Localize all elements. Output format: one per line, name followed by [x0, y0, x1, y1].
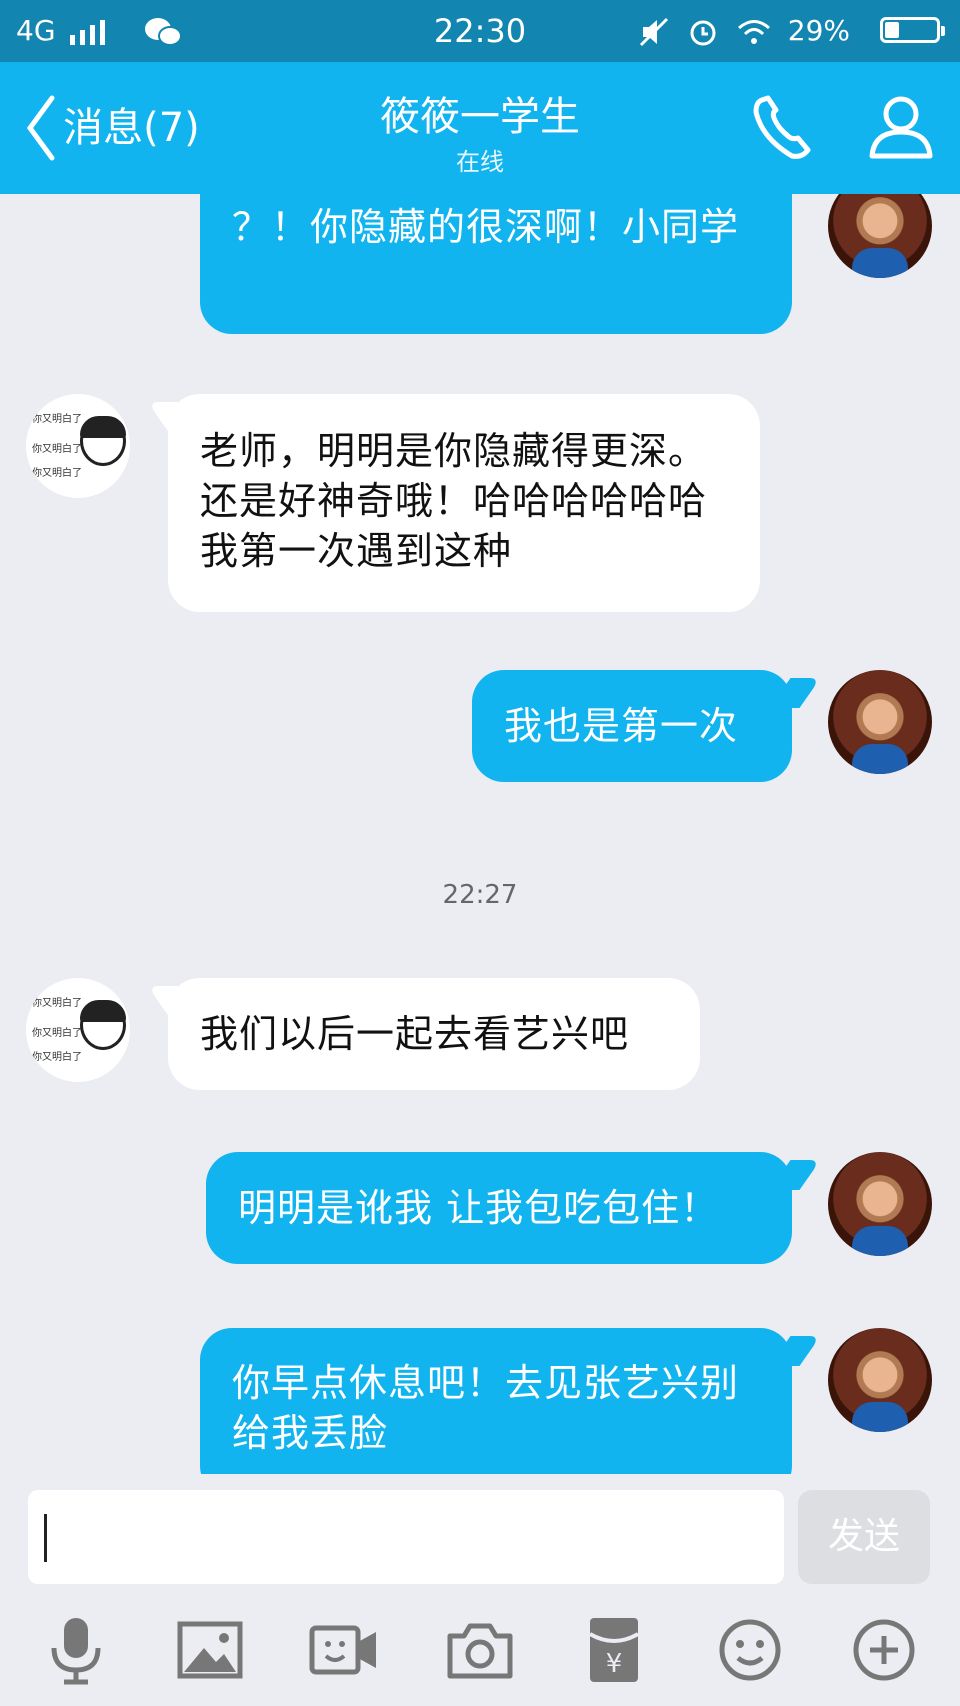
- red-packet-icon[interactable]: ¥: [574, 1610, 654, 1690]
- phone-icon[interactable]: [748, 94, 818, 164]
- message-bubble-incoming[interactable]: 我们以后一起去看艺兴吧: [168, 978, 700, 1090]
- profile-icon[interactable]: [866, 92, 936, 162]
- text-caret: [44, 1514, 47, 1562]
- plus-icon[interactable]: [844, 1610, 924, 1690]
- message-list[interactable]: ？！你隐藏的很深啊！小同学 你又明白了 你又明白了 你又明白了 老师，明明是你隐…: [0, 194, 960, 1474]
- message-input[interactable]: [28, 1490, 784, 1584]
- camera-icon[interactable]: [440, 1610, 520, 1690]
- microphone-icon[interactable]: [36, 1610, 116, 1690]
- message-bubble-outgoing[interactable]: 你早点休息吧！去见张艺兴别给我丢脸: [200, 1328, 792, 1474]
- message-bubble-outgoing[interactable]: 明明是讹我 让我包吃包住！: [206, 1152, 792, 1264]
- my-avatar[interactable]: [828, 1328, 932, 1432]
- wifi-icon: [737, 20, 770, 44]
- svg-text:¥: ¥: [606, 1649, 623, 1679]
- mute-icon: [639, 17, 669, 47]
- timestamp: 22:27: [442, 880, 518, 910]
- my-avatar[interactable]: [828, 1152, 932, 1256]
- input-toolbar: ¥: [0, 1594, 960, 1706]
- send-button[interactable]: 发送: [798, 1490, 930, 1584]
- battery-icon: [880, 17, 945, 43]
- peer-avatar[interactable]: 你又明白了 你又明白了 你又明白了: [26, 394, 130, 498]
- chat-header: 消息(7) 筱筱一学生 在线: [0, 62, 960, 194]
- my-avatar[interactable]: [828, 670, 932, 774]
- emoji-icon[interactable]: [710, 1610, 790, 1690]
- peer-avatar[interactable]: 你又明白了 你又明白了 你又明白了: [26, 978, 130, 1082]
- status-icons: 29%: [639, 0, 850, 62]
- message-bubble-incoming[interactable]: 老师，明明是你隐藏得更深。还是好神奇哦！哈哈哈哈哈哈我第一次遇到这种: [168, 394, 760, 612]
- image-icon[interactable]: [170, 1610, 250, 1690]
- video-icon[interactable]: [304, 1610, 384, 1690]
- alarm-icon: [690, 20, 716, 46]
- message-bubble-outgoing[interactable]: ？！你隐藏的很深啊！小同学: [200, 194, 792, 334]
- message-bubble-outgoing[interactable]: 我也是第一次: [472, 670, 792, 782]
- status-bar: 4G 22:30 29%: [0, 0, 960, 62]
- composer: 发送: [0, 1474, 960, 1594]
- battery-percent: 29%: [787, 14, 850, 47]
- my-avatar[interactable]: [828, 194, 932, 278]
